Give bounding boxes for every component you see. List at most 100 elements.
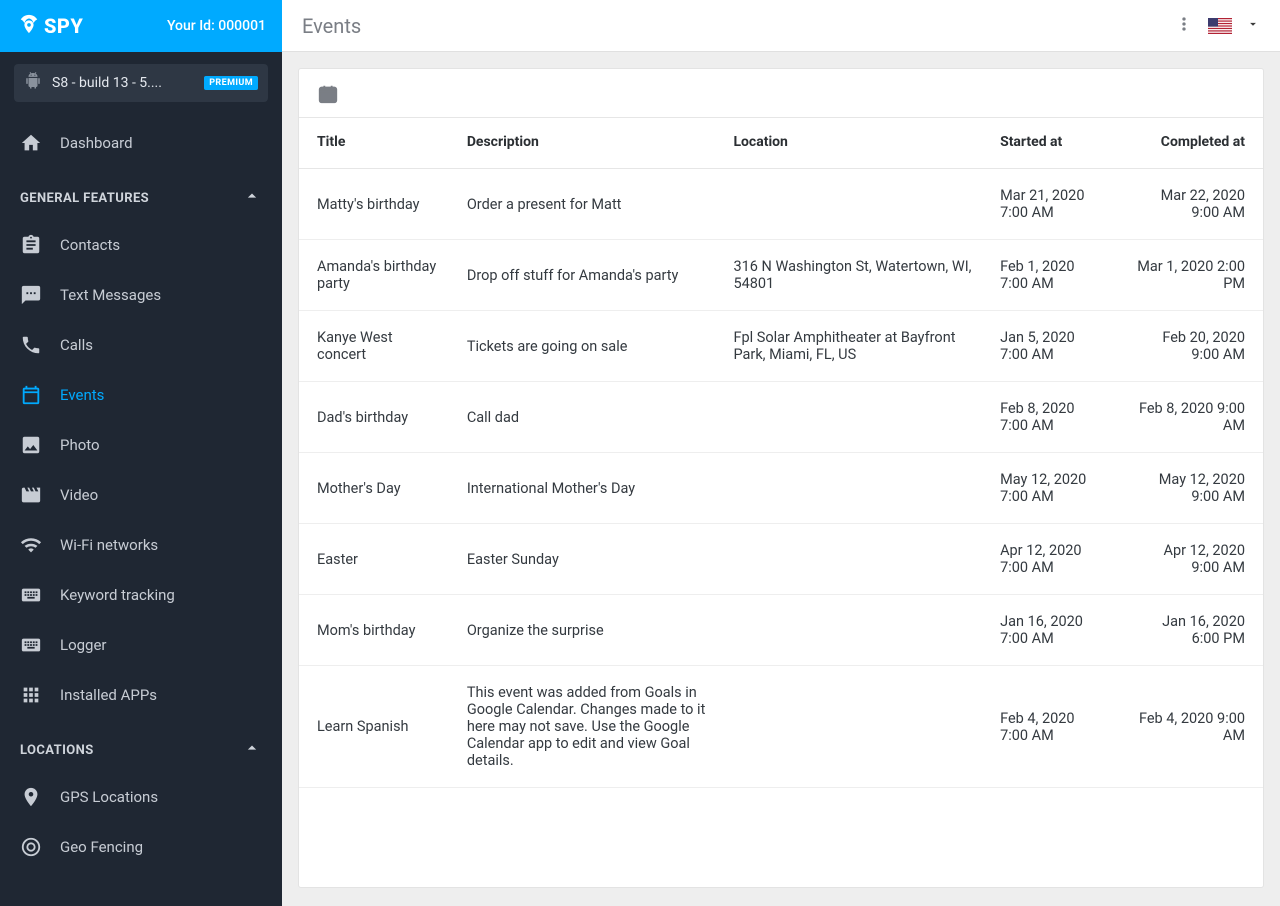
sidebar-item-label: Installed APPs: [60, 686, 157, 704]
sidebar-item-events[interactable]: Events: [0, 370, 282, 420]
cell-completed: Mar 1, 2020 2:00 PM: [1119, 240, 1263, 311]
cell-completed: Mar 22, 2020 9:00 AM: [1119, 169, 1263, 240]
col-location[interactable]: Location: [719, 118, 986, 169]
titlebar: Events: [282, 0, 1280, 52]
sidebar-item-wifi[interactable]: Wi-Fi networks: [0, 520, 282, 570]
cell-description: Drop off stuff for Amanda's party: [453, 240, 720, 311]
sidebar-item-contacts[interactable]: Contacts: [0, 220, 282, 270]
col-completed[interactable]: Completed at: [1119, 118, 1263, 169]
home-icon: [20, 132, 42, 154]
sidebar-item-label: GPS Locations: [60, 788, 158, 806]
col-title[interactable]: Title: [299, 118, 453, 169]
keyboard-icon: [20, 634, 42, 656]
cell-title: Learn Spanish: [299, 666, 453, 788]
cell-title: Mom's birthday: [299, 595, 453, 666]
sidebar-item-photo[interactable]: Photo: [0, 420, 282, 470]
cell-completed: Feb 20, 2020 9:00 AM: [1119, 311, 1263, 382]
device-selector[interactable]: S8 - build 13 - 5.... PREMIUM: [14, 64, 268, 102]
cell-completed: Feb 8, 2020 9:00 AM: [1119, 382, 1263, 453]
main: Events: [282, 0, 1280, 906]
cell-description: Order a present for Matt: [453, 169, 720, 240]
col-description[interactable]: Description: [453, 118, 720, 169]
events-card: Title Description Location Started at Co…: [298, 68, 1264, 888]
sidebar-section-general[interactable]: GENERAL FEATURES: [0, 168, 282, 220]
logo-icon: [18, 13, 40, 40]
cell-completed: Feb 4, 2020 9:00 AM: [1119, 666, 1263, 788]
cell-title: Dad's birthday: [299, 382, 453, 453]
phone-icon: [20, 334, 42, 356]
clipboard-icon: [20, 234, 42, 256]
sidebar-item-label: Geo Fencing: [60, 838, 143, 856]
table-row[interactable]: Dad's birthdayCall dad Feb 8, 2020 7:00 A…: [299, 382, 1263, 453]
language-dropdown[interactable]: [1246, 17, 1260, 35]
cell-title: Matty's birthday: [299, 169, 453, 240]
content: Title Description Location Started at Co…: [282, 52, 1280, 906]
sidebar-item-calls[interactable]: Calls: [0, 320, 282, 370]
table-row[interactable]: Matty's birthdayOrder a present for Matt…: [299, 169, 1263, 240]
table-row[interactable]: Kanye West concertTickets are going on s…: [299, 311, 1263, 382]
cell-started: Feb 1, 2020 7:00 AM: [986, 240, 1119, 311]
logo[interactable]: SPY: [18, 13, 83, 40]
sidebar-section-locations[interactable]: LOCATIONS: [0, 720, 282, 772]
cell-started: Apr 12, 2020 7:00 AM: [986, 524, 1119, 595]
target-icon: [20, 836, 42, 858]
cell-title: Easter: [299, 524, 453, 595]
photo-icon: [20, 434, 42, 456]
sidebar-item-installed-apps[interactable]: Installed APPs: [0, 670, 282, 720]
cell-started: Feb 4, 2020 7:00 AM: [986, 666, 1119, 788]
sidebar-item-label: Events: [60, 386, 104, 404]
sidebar-item-video[interactable]: Video: [0, 470, 282, 520]
sidebar-nav: Dashboard GENERAL FEATURES Contacts Text…: [0, 108, 282, 906]
cell-location: Fpl Solar Amphitheater at Bayfront Park,…: [719, 311, 986, 382]
card-toolbar: [299, 69, 1263, 117]
cell-started: Jan 16, 2020 7:00 AM: [986, 595, 1119, 666]
more-menu-button[interactable]: [1174, 14, 1194, 38]
logo-text: SPY: [44, 14, 83, 38]
section-label: LOCATIONS: [20, 743, 94, 758]
cell-started: Feb 8, 2020 7:00 AM: [986, 382, 1119, 453]
page-title: Events: [302, 14, 361, 38]
cell-started: May 12, 2020 7:00 AM: [986, 453, 1119, 524]
apps-icon: [20, 684, 42, 706]
table-row[interactable]: Mom's birthdayOrganize the surpriseJan 1…: [299, 595, 1263, 666]
chevron-up-icon: [242, 186, 262, 210]
sidebar-item-dashboard[interactable]: Dashboard: [0, 118, 282, 168]
table-row[interactable]: EasterEaster SundayApr 12, 2020 7:00 AMA…: [299, 524, 1263, 595]
section-label: GENERAL FEATURES: [20, 191, 149, 206]
keyboard-icon: [20, 584, 42, 606]
calendar-outline-icon[interactable]: [317, 93, 339, 109]
cell-description: International Mother's Day: [453, 453, 720, 524]
cell-location: [719, 453, 986, 524]
sidebar-item-label: Dashboard: [60, 134, 133, 152]
col-started[interactable]: Started at: [986, 118, 1119, 169]
cell-started: Mar 21, 2020 7:00 AM: [986, 169, 1119, 240]
your-id-label: Your Id: 000001: [167, 18, 266, 34]
cell-location: [719, 382, 986, 453]
sidebar-item-label: Calls: [60, 336, 93, 354]
table-row[interactable]: Amanda's birthday partyDrop off stuff fo…: [299, 240, 1263, 311]
sidebar-item-gps[interactable]: GPS Locations: [0, 772, 282, 822]
sidebar-item-geofence[interactable]: Geo Fencing: [0, 822, 282, 872]
cell-title: Kanye West concert: [299, 311, 453, 382]
sidebar-item-label: Wi-Fi networks: [60, 536, 158, 554]
cell-location: [719, 169, 986, 240]
device-name: S8 - build 13 - 5....: [52, 75, 194, 91]
table-row[interactable]: Mother's DayInternational Mother's Day Ma…: [299, 453, 1263, 524]
cell-location: [719, 524, 986, 595]
cell-description: Easter Sunday: [453, 524, 720, 595]
flag-us-icon[interactable]: [1208, 18, 1232, 34]
cell-description: Tickets are going on sale: [453, 311, 720, 382]
cell-description: Call dad: [453, 382, 720, 453]
sidebar-item-logger[interactable]: Logger: [0, 620, 282, 670]
cell-title: Mother's Day: [299, 453, 453, 524]
premium-badge: PREMIUM: [204, 76, 258, 90]
sidebar-item-label: Photo: [60, 436, 100, 454]
cell-completed: May 12, 2020 9:00 AM: [1119, 453, 1263, 524]
sidebar-item-text-messages[interactable]: Text Messages: [0, 270, 282, 320]
sidebar-item-keyword[interactable]: Keyword tracking: [0, 570, 282, 620]
location-icon: [20, 786, 42, 808]
sidebar-item-label: Keyword tracking: [60, 586, 175, 604]
table-row[interactable]: Learn SpanishThis event was added from G…: [299, 666, 1263, 788]
titlebar-actions: [1174, 14, 1260, 38]
sidebar-top: SPY Your Id: 000001: [0, 0, 282, 52]
